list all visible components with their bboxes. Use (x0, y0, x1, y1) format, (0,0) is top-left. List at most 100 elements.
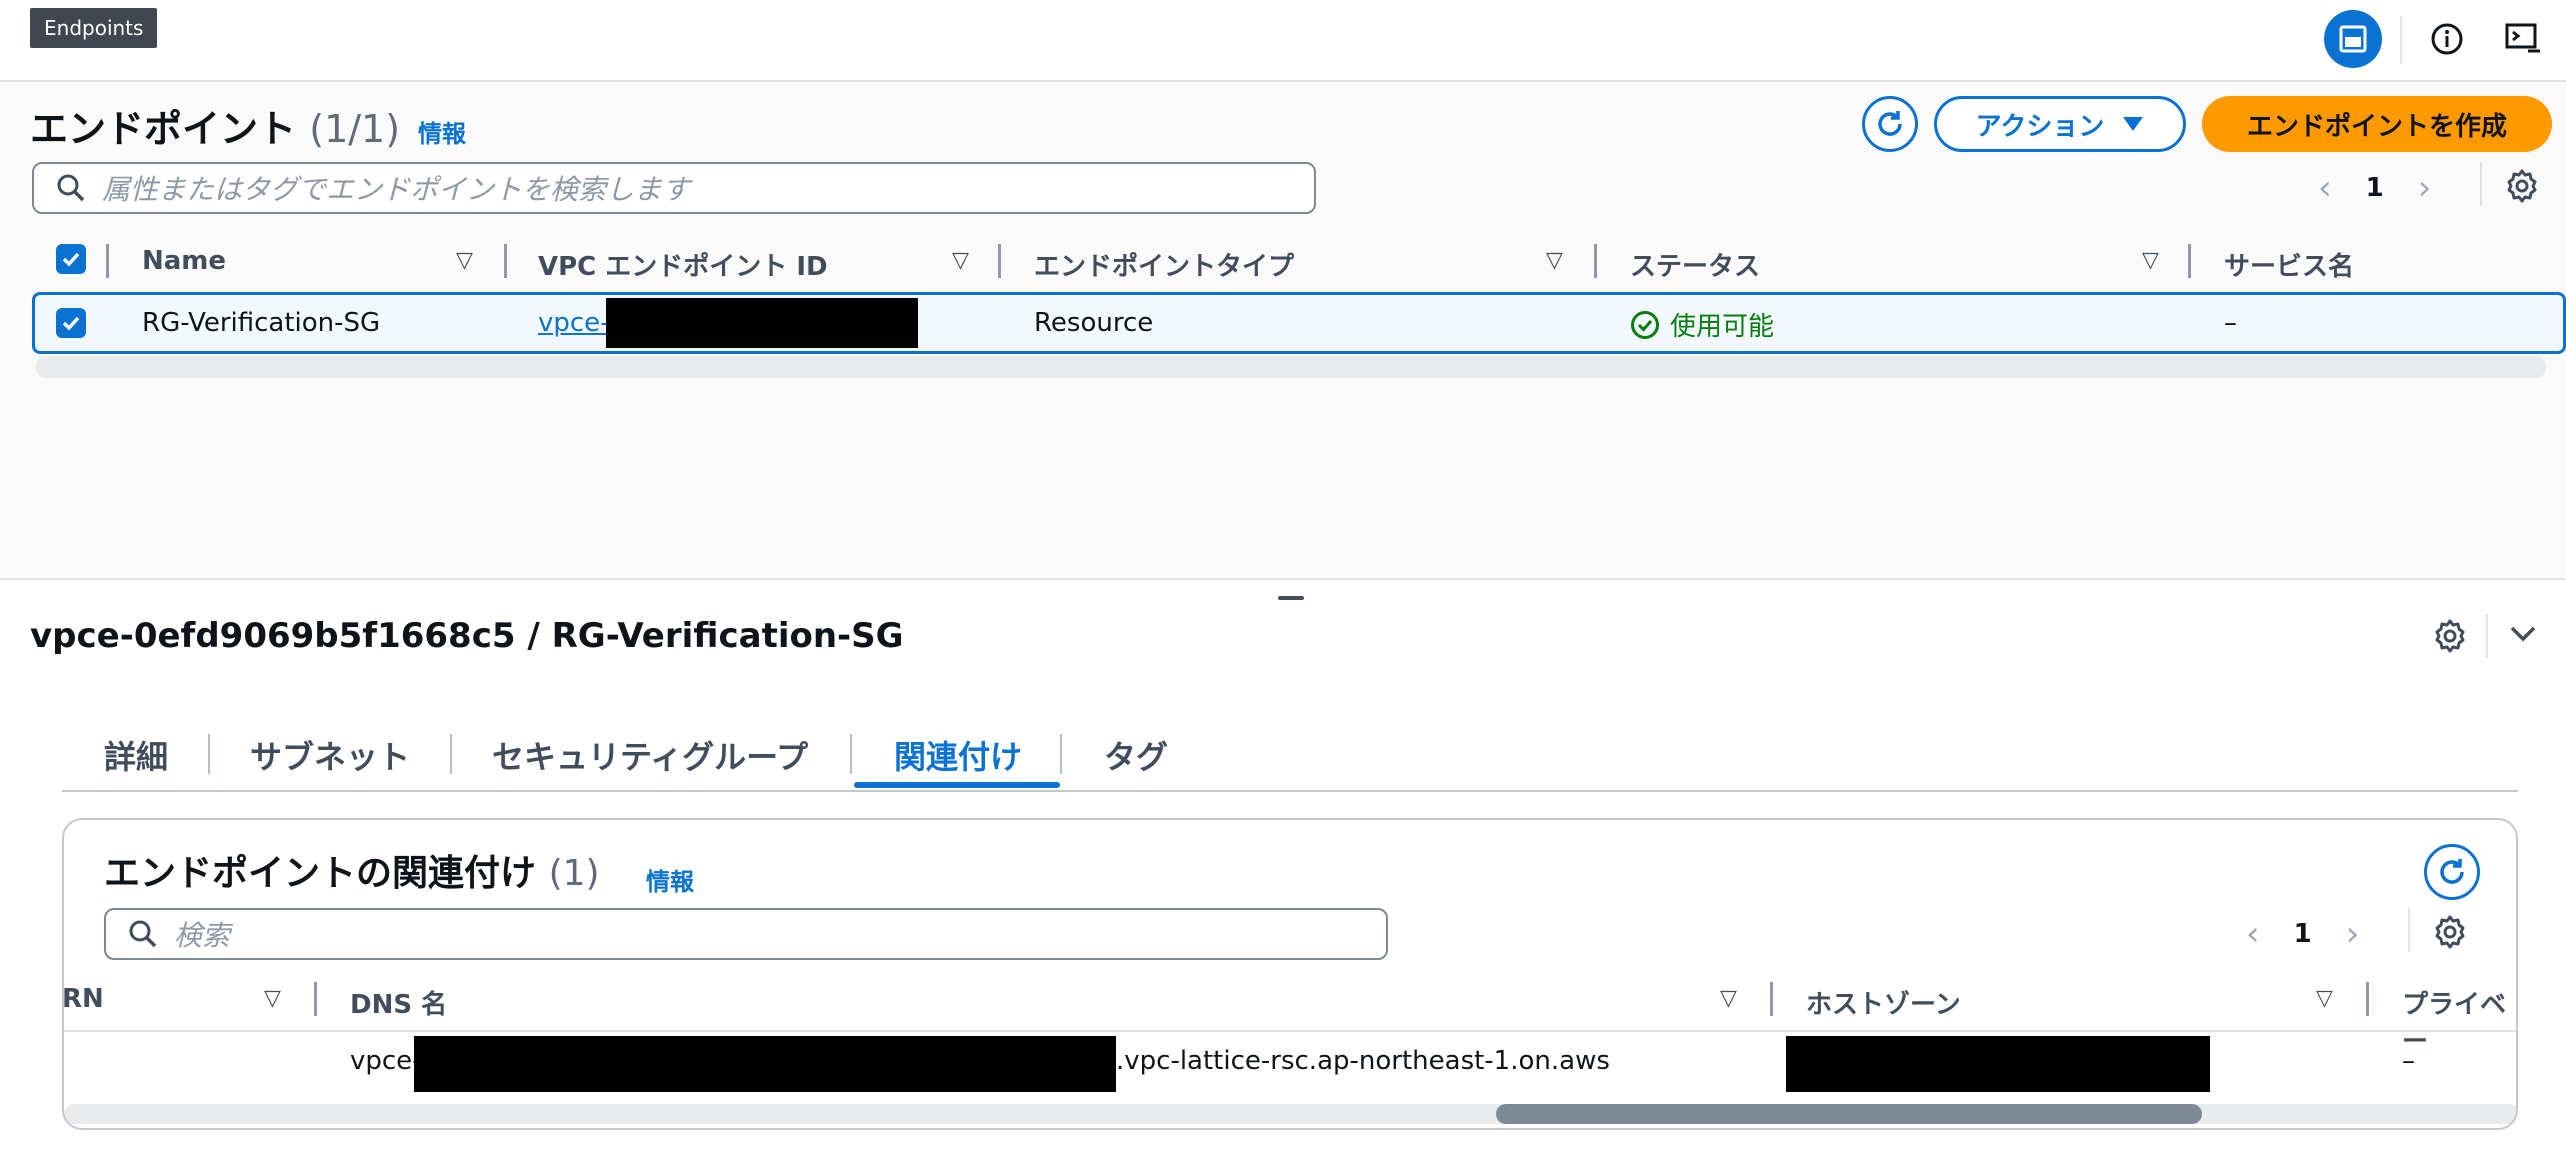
row-service-name: – (2224, 308, 2237, 338)
pager-divider (2480, 162, 2482, 206)
resize-handle[interactable] (1278, 596, 1304, 600)
assoc-title: エンドポイントの関連付け (104, 853, 537, 894)
column-divider (106, 244, 109, 278)
column-divider (1594, 244, 1597, 278)
assoc-count: (1) (548, 853, 600, 894)
toolbar-divider (2400, 16, 2402, 64)
detail-title: vpce-0efd9069b5f1668c5 / RG-Verification… (30, 616, 904, 656)
info-circle-icon[interactable] (2418, 10, 2476, 68)
column-divider (2188, 244, 2191, 278)
col-endpoint-type[interactable]: エンドポイントタイプ (1034, 246, 1294, 283)
column-divider (1770, 982, 1773, 1016)
next-page-icon[interactable]: › (2346, 914, 2360, 954)
next-page-icon[interactable]: › (2418, 168, 2432, 208)
tab-subnets[interactable]: サブネット (250, 732, 410, 778)
dns-prefix: vpce- (350, 1046, 422, 1076)
redacted-block (414, 1036, 1116, 1092)
search-placeholder: 属性またはタグでエンドポイントを検索します (102, 173, 691, 206)
tab-divider (450, 734, 452, 774)
status-badge: 使用可能 (1630, 306, 1774, 343)
checkmark-icon (62, 252, 80, 267)
status-text: 使用可能 (1670, 312, 1775, 342)
tab-divider (850, 734, 852, 774)
search-icon (57, 174, 85, 202)
col-dns-name[interactable]: DNS 名 (350, 984, 447, 1021)
refresh-icon (2440, 859, 2464, 884)
sort-icon[interactable]: ▽ (1720, 986, 1737, 1011)
sort-icon[interactable]: ▽ (264, 986, 281, 1011)
col-vpce-id[interactable]: VPC エンドポイント ID (538, 246, 828, 283)
actions-button[interactable]: アクション (1934, 96, 2186, 152)
scrollbar-thumb[interactable] (1496, 1104, 2202, 1124)
assoc-search[interactable]: 検索 (104, 908, 1388, 960)
panel-layout-icon[interactable] (2324, 10, 2382, 68)
actions-label: アクション (1975, 111, 2105, 142)
vpce-id-link[interactable]: vpce- (538, 308, 610, 338)
tab-tags[interactable]: タグ (1104, 732, 1168, 778)
tab-divider (1060, 734, 1062, 774)
table-row[interactable] (32, 292, 2566, 354)
sort-icon[interactable]: ▽ (952, 248, 969, 273)
pager-divider (2408, 908, 2410, 952)
sort-icon[interactable]: ▽ (2316, 986, 2333, 1011)
redacted-block (1786, 1036, 2210, 1092)
col-private[interactable]: プライベー (2402, 984, 2516, 1058)
horizontal-scrollbar[interactable] (36, 356, 2546, 378)
col-name[interactable]: Name (142, 246, 226, 276)
assoc-title-wrap: エンドポイントの関連付け (1) (104, 844, 600, 896)
active-tab-indicator (854, 782, 1060, 788)
assoc-info-link[interactable]: 情報 (646, 862, 694, 897)
private-value: – (2402, 1046, 2415, 1076)
endpoints-tooltip: Endpoints (30, 8, 158, 48)
tab-associations[interactable]: 関連付け (894, 732, 1022, 778)
list-title: エンドポイント (30, 107, 297, 151)
refresh-icon (1878, 111, 1902, 136)
success-check-icon (1631, 310, 1659, 339)
prev-page-icon[interactable]: ‹ (2318, 168, 2332, 208)
caret-down-icon (2123, 117, 2144, 131)
select-all-checkbox[interactable] (56, 244, 86, 274)
checkmark-icon (62, 316, 80, 331)
detail-divider (2486, 614, 2488, 658)
page-number[interactable]: 1 (2366, 173, 2384, 203)
list-count: (1/1) (309, 107, 401, 151)
refresh-button[interactable] (1862, 96, 1918, 152)
associations-card: エンドポイントの関連付け (1) 情報 検索 ‹ 1 › RN ▽ DNS 名 … (62, 818, 2518, 1130)
col-hosted-zone[interactable]: ホストゾーン (1806, 984, 1961, 1021)
sort-icon[interactable]: ▽ (2142, 248, 2159, 273)
tab-security-groups[interactable]: セキュリティグループ (492, 732, 808, 778)
sort-icon[interactable]: ▽ (1546, 248, 1563, 273)
header-row-divider (64, 1030, 2516, 1032)
info-link[interactable]: 情報 (418, 114, 466, 149)
assoc-settings-gear-icon[interactable] (2432, 914, 2468, 954)
create-endpoint-button[interactable]: エンドポイントを作成 (2202, 96, 2552, 152)
redacted-block (606, 298, 918, 348)
col-status[interactable]: ステータス (1630, 246, 1760, 283)
column-divider (504, 244, 507, 278)
assoc-pagination: ‹ 1 › (2246, 914, 2359, 954)
row-type: Resource (1034, 308, 1154, 338)
pagination: ‹ 1 › (2318, 168, 2431, 208)
tab-divider (208, 734, 210, 774)
row-name: RG-Verification-SG (142, 308, 381, 338)
split-panel-divider (0, 578, 2566, 580)
endpoint-search[interactable]: 属性またはタグでエンドポイントを検索します (32, 162, 1316, 214)
dns-suffix: .vpc-lattice-rsc.ap-northeast-1.on.aws (1116, 1046, 1610, 1076)
tab-details[interactable]: 詳細 (104, 732, 168, 778)
collapse-chevron-icon[interactable] (2508, 622, 2538, 650)
detail-settings-gear-icon[interactable] (2432, 618, 2468, 658)
column-divider (314, 982, 317, 1016)
col-arn[interactable]: RN (64, 984, 104, 1014)
column-divider (998, 244, 1001, 278)
page-number[interactable]: 1 (2294, 919, 2312, 949)
sort-icon[interactable]: ▽ (456, 248, 473, 273)
table-settings-gear-icon[interactable] (2504, 168, 2540, 208)
tabs-baseline (62, 790, 2518, 792)
row-checkbox[interactable] (56, 308, 86, 338)
col-service-name[interactable]: サービス名 (2224, 246, 2354, 283)
column-divider (2366, 982, 2369, 1016)
cloudshell-icon[interactable] (2494, 10, 2552, 68)
assoc-refresh-button[interactable] (2424, 844, 2480, 900)
prev-page-icon[interactable]: ‹ (2246, 914, 2260, 954)
search-icon (129, 920, 157, 948)
